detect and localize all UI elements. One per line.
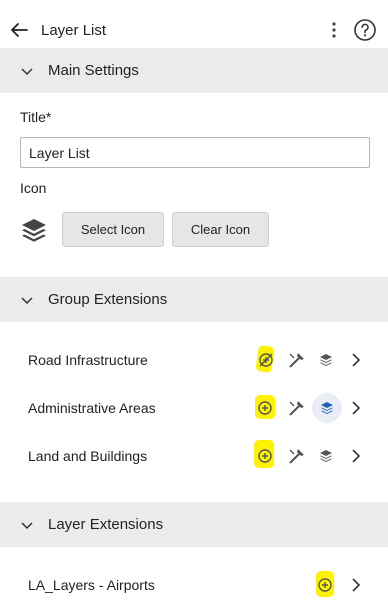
- section-label: Group Extensions: [48, 291, 168, 308]
- chevron-down-icon: [20, 64, 34, 78]
- group-label: Road Infrastructure: [28, 352, 148, 368]
- section-label: Layer Extensions: [48, 516, 164, 533]
- chevron-right-icon[interactable]: [349, 399, 363, 417]
- chevron-down-icon: [20, 293, 34, 307]
- back-arrow-icon[interactable]: [5, 16, 33, 44]
- chevron-right-icon[interactable]: [349, 576, 363, 594]
- help-icon[interactable]: [352, 17, 378, 43]
- clear-icon-button[interactable]: Clear Icon: [172, 212, 269, 247]
- group-label: Administrative Areas: [28, 400, 156, 416]
- chevron-down-icon: [20, 518, 34, 532]
- page-title: Layer List: [41, 21, 107, 39]
- icon-label: Icon: [20, 180, 47, 196]
- select-icon-button[interactable]: Select Icon: [62, 212, 164, 247]
- add-extension-icon[interactable]: [254, 397, 276, 419]
- section-label: Main Settings: [48, 62, 139, 79]
- group-label: Land and Buildings: [28, 448, 148, 464]
- main-settings-section-header[interactable]: Main Settings: [0, 48, 388, 93]
- layers-stack-icon[interactable]: [316, 397, 338, 419]
- group-row-administrative-areas: Administrative Areas: [0, 392, 388, 424]
- layer-extensions-section-header[interactable]: Layer Extensions: [0, 502, 388, 547]
- title-input[interactable]: [20, 137, 370, 168]
- layers-stack-icon[interactable]: [315, 349, 337, 371]
- layer-row-airports: LA_Layers - Airports: [0, 569, 388, 601]
- tools-icon[interactable]: [286, 445, 308, 467]
- app-header: Layer List: [0, 12, 388, 48]
- chevron-right-icon[interactable]: [349, 351, 363, 369]
- more-options-icon[interactable]: [326, 17, 342, 43]
- group-row-road-infrastructure: Road Infrastructure: [0, 344, 388, 376]
- layers-icon: [20, 216, 48, 244]
- group-row-land-and-buildings: Land and Buildings: [0, 440, 388, 472]
- layer-label: LA_Layers - Airports: [28, 577, 155, 593]
- add-extension-icon[interactable]: [254, 445, 276, 467]
- group-extensions-section-header[interactable]: Group Extensions: [0, 277, 388, 322]
- layers-stack-icon[interactable]: [315, 445, 337, 467]
- add-extension-icon[interactable]: [255, 349, 277, 371]
- tools-icon[interactable]: [286, 397, 308, 419]
- chevron-right-icon[interactable]: [349, 447, 363, 465]
- title-label: Title*: [20, 109, 52, 125]
- add-extension-icon[interactable]: [314, 574, 336, 596]
- tools-icon[interactable]: [286, 349, 308, 371]
